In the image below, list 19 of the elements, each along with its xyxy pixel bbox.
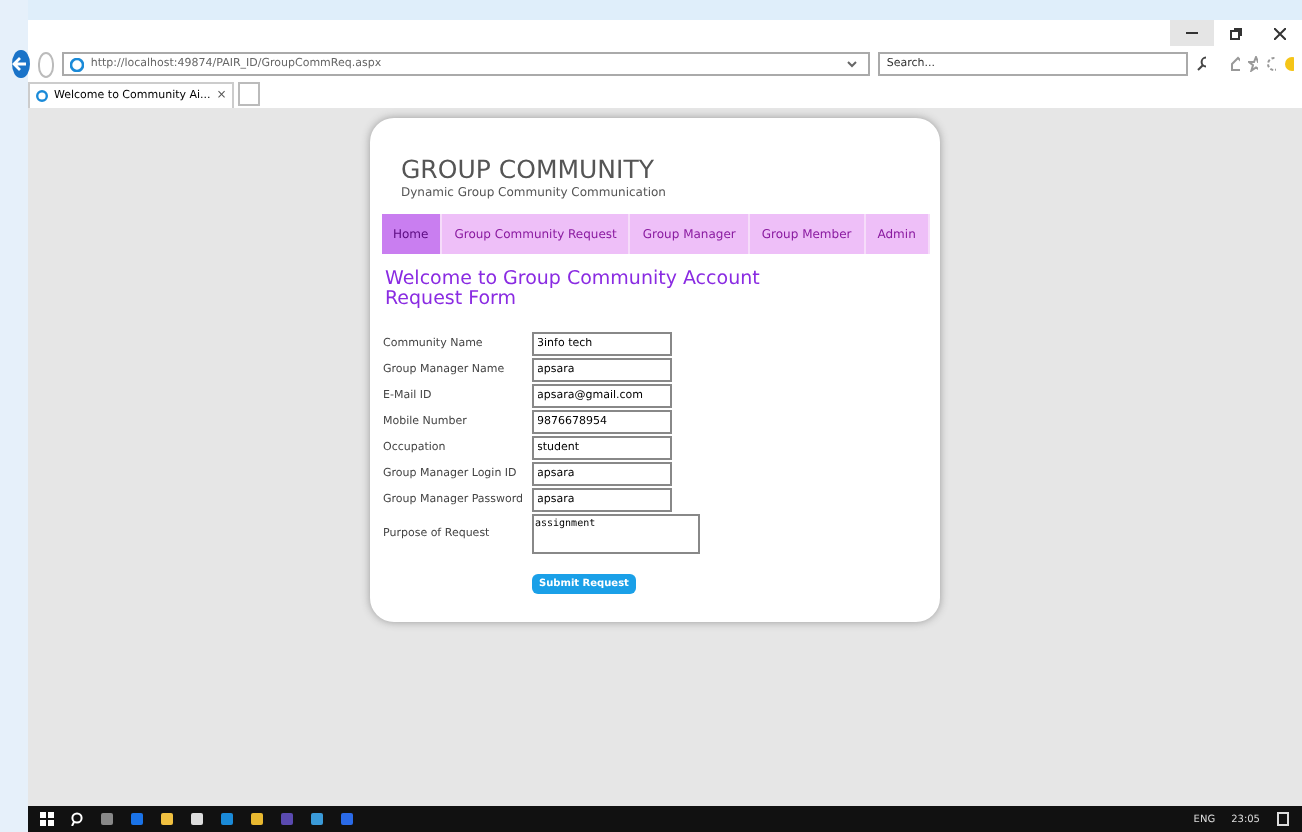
notification-icon[interactable] <box>1276 812 1290 826</box>
back-button[interactable] <box>12 50 30 78</box>
search-icon[interactable] <box>1196 56 1207 72</box>
form-heading: Welcome to Group Community Account Request Form <box>385 270 762 312</box>
windows-start-icon[interactable] <box>40 812 54 826</box>
app-icon[interactable] <box>190 812 204 826</box>
app-icon[interactable] <box>160 812 174 826</box>
app-icon[interactable] <box>310 812 324 826</box>
site-title: GROUP COMMUNITY <box>401 154 656 184</box>
app-icon[interactable] <box>250 812 264 826</box>
globe-icon <box>36 89 48 101</box>
minimize-icon <box>1186 31 1198 35</box>
star-icon[interactable] <box>1248 56 1259 72</box>
close-icon <box>1274 27 1286 39</box>
globe-icon <box>70 57 85 71</box>
restore-icon <box>1230 27 1242 39</box>
minimize-button[interactable] <box>1170 20 1214 46</box>
caret-icon[interactable] <box>846 59 863 69</box>
search-icon[interactable] <box>70 812 84 826</box>
